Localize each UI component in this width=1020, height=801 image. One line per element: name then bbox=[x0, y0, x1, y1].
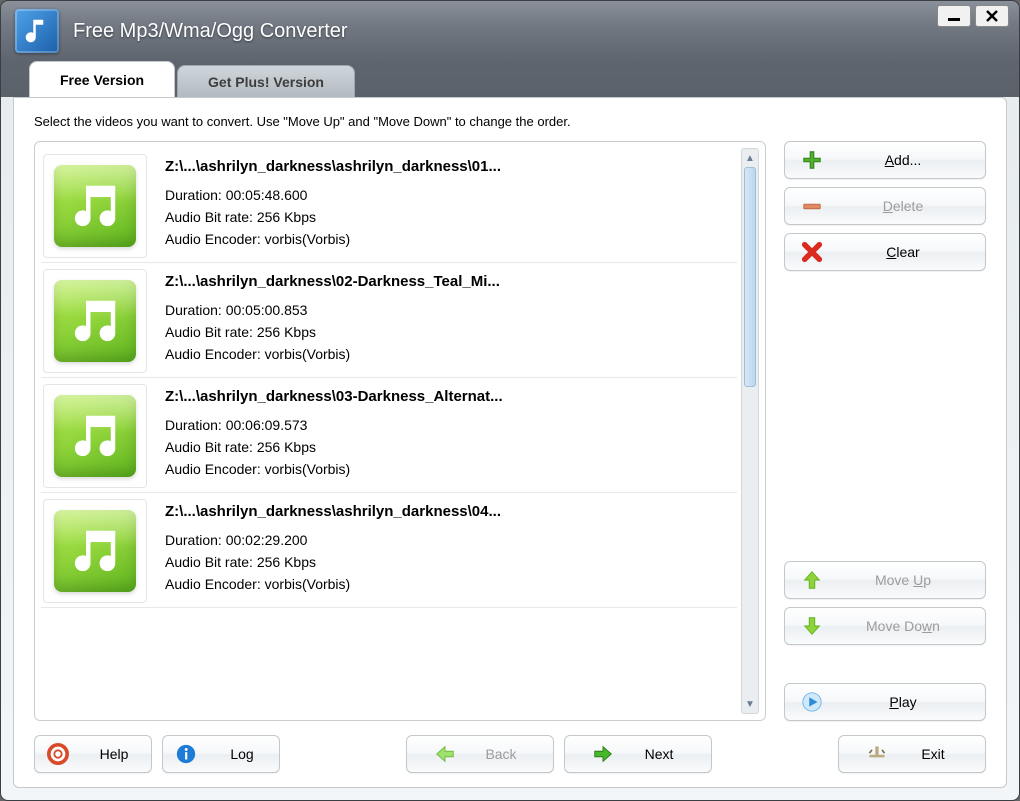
app-title: Free Mp3/Wma/Ogg Converter bbox=[73, 20, 1005, 43]
play-button[interactable]: Play bbox=[784, 683, 986, 721]
item-encoder: Audio Encoder: vorbis(Vorbis) bbox=[165, 461, 735, 477]
scroll-thumb[interactable] bbox=[744, 167, 756, 387]
exit-label: Exit bbox=[908, 746, 958, 762]
help-label: Help bbox=[89, 746, 139, 762]
item-duration: Duration: 00:02:29.200 bbox=[165, 532, 735, 548]
next-label: Next bbox=[634, 746, 684, 762]
scroll-track[interactable] bbox=[742, 167, 758, 695]
item-bitrate: Audio Bit rate: 256 Kbps bbox=[165, 209, 735, 225]
item-encoder: Audio Encoder: vorbis(Vorbis) bbox=[165, 576, 735, 592]
item-duration: Duration: 00:06:09.573 bbox=[165, 417, 735, 433]
tab-plus-version[interactable]: Get Plus! Version bbox=[177, 65, 355, 97]
music-icon bbox=[43, 269, 147, 373]
list-item[interactable]: Z:\...\ashrilyn_darkness\02-Darkness_Tea… bbox=[41, 263, 737, 378]
content-panel: Select the videos you want to convert. U… bbox=[13, 97, 1007, 788]
item-bitrate: Audio Bit rate: 256 Kbps bbox=[165, 554, 735, 570]
back-label: Back bbox=[476, 746, 526, 762]
arrow-up-icon bbox=[801, 569, 823, 591]
tab-strip: Free Version Get Plus! Version bbox=[1, 59, 1019, 97]
action-sidebar: Add... Delete Clear bbox=[784, 141, 986, 721]
move-down-button[interactable]: Move Down bbox=[784, 607, 986, 645]
help-button[interactable]: Help bbox=[34, 735, 152, 773]
app-icon bbox=[15, 9, 59, 53]
play-icon bbox=[801, 691, 823, 713]
item-duration: Duration: 00:05:48.600 bbox=[165, 187, 735, 203]
add-label: Add... bbox=[837, 152, 969, 168]
music-icon bbox=[43, 154, 147, 258]
plus-icon bbox=[801, 149, 823, 171]
item-path: Z:\...\ashrilyn_darkness\ashrilyn_darkne… bbox=[165, 158, 735, 175]
scrollbar[interactable]: ▲ ▼ bbox=[741, 148, 759, 714]
item-path: Z:\...\ashrilyn_darkness\ashrilyn_darkne… bbox=[165, 503, 735, 520]
title-bar[interactable]: Free Mp3/Wma/Ogg Converter bbox=[1, 1, 1019, 61]
item-bitrate: Audio Bit rate: 256 Kbps bbox=[165, 324, 735, 340]
back-button[interactable]: Back bbox=[406, 735, 554, 773]
minus-icon bbox=[801, 195, 823, 217]
app-window: Free Mp3/Wma/Ogg Converter Free Version … bbox=[0, 0, 1020, 801]
item-path: Z:\...\ashrilyn_darkness\02-Darkness_Tea… bbox=[165, 273, 735, 290]
item-duration: Duration: 00:05:00.853 bbox=[165, 302, 735, 318]
arrow-left-icon bbox=[434, 743, 456, 765]
instruction-text: Select the videos you want to convert. U… bbox=[34, 114, 986, 129]
clear-label: Clear bbox=[837, 244, 969, 260]
close-button[interactable] bbox=[975, 5, 1009, 27]
tab-free-version[interactable]: Free Version bbox=[29, 61, 175, 97]
minimize-button[interactable] bbox=[937, 5, 971, 27]
next-button[interactable]: Next bbox=[564, 735, 712, 773]
delete-button[interactable]: Delete bbox=[784, 187, 986, 225]
file-list[interactable]: Z:\...\ashrilyn_darkness\ashrilyn_darkne… bbox=[41, 148, 737, 714]
play-label: Play bbox=[837, 694, 969, 710]
log-button[interactable]: Log bbox=[162, 735, 280, 773]
move-up-label: Move Up bbox=[837, 572, 969, 588]
move-up-button[interactable]: Move Up bbox=[784, 561, 986, 599]
clear-button[interactable]: Clear bbox=[784, 233, 986, 271]
info-icon bbox=[175, 743, 197, 765]
list-item[interactable]: Z:\...\ashrilyn_darkness\03-Darkness_Alt… bbox=[41, 378, 737, 493]
music-icon bbox=[43, 499, 147, 603]
footer-bar: Help Log Back Next bbox=[34, 735, 986, 773]
move-down-label: Move Down bbox=[837, 618, 969, 634]
exit-button[interactable]: Exit bbox=[838, 735, 986, 773]
music-icon bbox=[43, 384, 147, 488]
add-button[interactable]: Add... bbox=[784, 141, 986, 179]
scroll-up-arrow[interactable]: ▲ bbox=[742, 149, 758, 167]
item-path: Z:\...\ashrilyn_darkness\03-Darkness_Alt… bbox=[165, 388, 735, 405]
item-bitrate: Audio Bit rate: 256 Kbps bbox=[165, 439, 735, 455]
log-label: Log bbox=[217, 746, 267, 762]
x-icon bbox=[801, 241, 823, 263]
list-item[interactable]: Z:\...\ashrilyn_darkness\ashrilyn_darkne… bbox=[41, 148, 737, 263]
scroll-down-arrow[interactable]: ▼ bbox=[742, 695, 758, 713]
item-encoder: Audio Encoder: vorbis(Vorbis) bbox=[165, 346, 735, 362]
arrow-down-icon bbox=[801, 615, 823, 637]
exit-icon bbox=[866, 743, 888, 765]
arrow-right-icon bbox=[592, 743, 614, 765]
help-icon bbox=[47, 743, 69, 765]
list-item[interactable]: Z:\...\ashrilyn_darkness\ashrilyn_darkne… bbox=[41, 493, 737, 608]
item-encoder: Audio Encoder: vorbis(Vorbis) bbox=[165, 231, 735, 247]
delete-label: Delete bbox=[837, 198, 969, 214]
file-list-frame: Z:\...\ashrilyn_darkness\ashrilyn_darkne… bbox=[34, 141, 766, 721]
